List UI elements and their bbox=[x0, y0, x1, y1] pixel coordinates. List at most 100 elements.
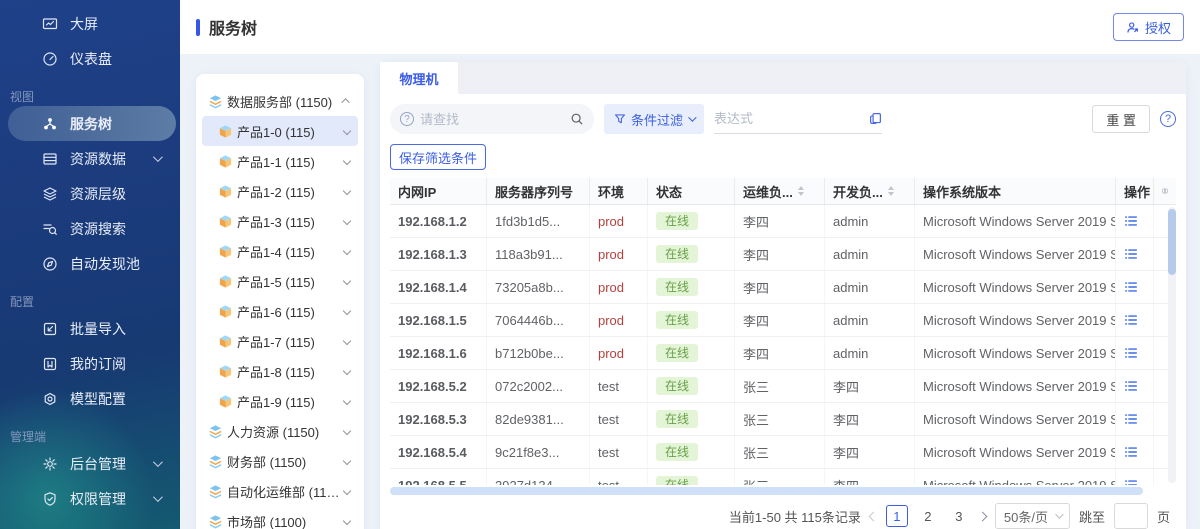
chevron-icon[interactable] bbox=[343, 337, 351, 345]
sidebar-item-bigscreen[interactable]: 大屏 bbox=[0, 6, 180, 41]
detail-list-icon[interactable] bbox=[1124, 313, 1138, 327]
reset-button[interactable]: 重 置 bbox=[1092, 105, 1150, 133]
chevron-icon[interactable] bbox=[343, 517, 351, 525]
col-header-ops-owner[interactable]: 运维负... bbox=[735, 178, 825, 204]
page-size-select[interactable]: 50条/页 bbox=[995, 503, 1070, 529]
detail-list-icon[interactable] bbox=[1124, 379, 1138, 393]
tab-physical-machine[interactable]: 物理机 bbox=[380, 62, 458, 94]
detail-list-icon[interactable] bbox=[1124, 247, 1138, 261]
expression-input[interactable] bbox=[714, 111, 863, 126]
search-box[interactable]: ? bbox=[390, 104, 594, 134]
tree-node[interactable]: 产品1-1 (115) bbox=[202, 146, 358, 176]
chevron-icon[interactable] bbox=[343, 247, 351, 255]
tree-node[interactable]: 产品1-3 (115) bbox=[202, 206, 358, 236]
chevron-icon[interactable] bbox=[343, 427, 351, 435]
page-number-2[interactable]: 2 bbox=[917, 505, 939, 527]
save-filter-button[interactable]: 保存筛选条件 bbox=[390, 144, 486, 170]
tree-node[interactable]: 产品1-0 (115) bbox=[202, 116, 358, 146]
detail-list-icon[interactable] bbox=[1124, 478, 1138, 485]
tree-node[interactable]: 产品1-8 (115) bbox=[202, 356, 358, 386]
sidebar-item-model-config[interactable]: 模型配置 bbox=[0, 381, 180, 416]
chevron-down-icon bbox=[1055, 510, 1063, 518]
table-row[interactable]: 192.168.1.6 b712b0be... prod 在线 李四 admin… bbox=[390, 337, 1176, 370]
scrollbar-thumb[interactable] bbox=[1168, 209, 1176, 275]
column-settings-icon[interactable] bbox=[1154, 178, 1176, 204]
chevron-icon[interactable] bbox=[343, 217, 351, 225]
table-row[interactable]: 192.168.1.4 73205a8b... prod 在线 李四 admin… bbox=[390, 271, 1176, 304]
detail-list-icon[interactable] bbox=[1124, 280, 1138, 294]
chevron-icon[interactable] bbox=[343, 457, 351, 465]
table-row[interactable]: 192.168.5.3 82de9381... test 在线 张三 李四 Mi… bbox=[390, 403, 1176, 436]
table-row[interactable]: 192.168.5.5 3927d134... test 在线 张三 李四 Mi… bbox=[390, 469, 1176, 485]
sidebar-item-resource-hierarchy[interactable]: 资源层级 bbox=[0, 176, 180, 211]
chevron-icon[interactable] bbox=[343, 397, 351, 405]
tree-node[interactable]: 数据服务部 (1150) bbox=[202, 86, 358, 116]
cell-internal-ip: 192.168.1.2 bbox=[390, 205, 487, 237]
detail-list-icon[interactable] bbox=[1124, 445, 1138, 459]
col-header-serial[interactable]: 服务器序列号 bbox=[487, 178, 590, 204]
table-row[interactable]: 192.168.1.3 118a3b91... prod 在线 李四 admin… bbox=[390, 238, 1176, 271]
sidebar-item-service-tree[interactable]: 服务树 bbox=[8, 106, 176, 141]
chevron-icon[interactable] bbox=[343, 187, 351, 195]
sidebar-item-resource-data[interactable]: 资源数据 bbox=[0, 141, 180, 176]
detail-list-icon[interactable] bbox=[1124, 214, 1138, 228]
cell-actions bbox=[1116, 238, 1154, 270]
chevron-icon[interactable] bbox=[343, 487, 351, 495]
sort-icon[interactable] bbox=[798, 186, 804, 196]
detail-list-icon[interactable] bbox=[1124, 346, 1138, 360]
jump-page-input[interactable] bbox=[1114, 503, 1148, 529]
tree-node[interactable]: 财务部 (1150) bbox=[202, 446, 358, 476]
page-number-1[interactable]: 1 bbox=[886, 505, 908, 527]
col-header-status[interactable]: 状态 bbox=[648, 178, 735, 204]
table-row[interactable]: 192.168.1.2 1fd3b1d5... prod 在线 李四 admin… bbox=[390, 205, 1176, 238]
chevron-icon[interactable] bbox=[343, 277, 351, 285]
sidebar-item-resource-search[interactable]: 资源搜索 bbox=[0, 211, 180, 246]
copy-icon[interactable] bbox=[869, 112, 882, 125]
tree-node[interactable]: 人力资源 (1150) bbox=[202, 416, 358, 446]
chevron-icon[interactable] bbox=[343, 127, 351, 135]
horizontal-scrollbar[interactable] bbox=[390, 487, 1158, 495]
tree-node[interactable]: 产品1-7 (115) bbox=[202, 326, 358, 356]
col-header-env[interactable]: 环境 bbox=[590, 178, 648, 204]
chevron-icon[interactable] bbox=[343, 157, 351, 165]
chevron-icon[interactable] bbox=[343, 367, 351, 375]
product-icon bbox=[218, 274, 233, 289]
col-header-internal-ip[interactable]: 内网IP bbox=[390, 178, 487, 204]
tree-node[interactable]: 产品1-2 (115) bbox=[202, 176, 358, 206]
tree-node[interactable]: 自动化运维部 (1150) bbox=[202, 476, 358, 506]
cell-internal-ip: 192.168.1.4 bbox=[390, 271, 487, 303]
prev-page-icon[interactable] bbox=[868, 511, 878, 521]
page-number-3[interactable]: 3 bbox=[948, 505, 970, 527]
tree-node[interactable]: 产品1-4 (115) bbox=[202, 236, 358, 266]
tree-node[interactable]: 产品1-9 (115) bbox=[202, 386, 358, 416]
table-row[interactable]: 192.168.5.2 072c2002... test 在线 张三 李四 Mi… bbox=[390, 370, 1176, 403]
sidebar-item-permission-admin[interactable]: 权限管理 bbox=[0, 481, 180, 516]
detail-list-icon[interactable] bbox=[1124, 412, 1138, 426]
sidebar-item-dashboard[interactable]: 仪表盘 bbox=[0, 41, 180, 76]
sidebar-item-my-subscriptions[interactable]: 我的订阅 bbox=[0, 346, 180, 381]
search-input[interactable] bbox=[420, 112, 564, 127]
authorize-button[interactable]: 授权 bbox=[1113, 13, 1184, 41]
table-row[interactable]: 192.168.5.4 9c21f8e3... test 在线 张三 李四 Mi… bbox=[390, 436, 1176, 469]
condition-filter-dropdown[interactable]: 条件过滤 bbox=[604, 104, 704, 134]
tree-node[interactable]: 产品1-6 (115) bbox=[202, 296, 358, 326]
chevron-icon[interactable] bbox=[343, 307, 351, 315]
col-header-dev-owner[interactable]: 开发负... bbox=[825, 178, 915, 204]
cell-env: test bbox=[590, 370, 648, 402]
tree-node[interactable]: 市场部 (1100) bbox=[202, 506, 358, 529]
page-title: 服务树 bbox=[209, 15, 257, 39]
sort-icon[interactable] bbox=[888, 186, 894, 196]
help-circle-icon[interactable]: ? bbox=[1160, 111, 1176, 127]
scrollbar-thumb[interactable] bbox=[390, 487, 1143, 495]
search-icon[interactable] bbox=[570, 112, 584, 126]
cell-ops-owner: 李四 bbox=[735, 304, 825, 336]
sidebar-item-batch-import[interactable]: 批量导入 bbox=[0, 311, 180, 346]
vertical-scrollbar[interactable] bbox=[1168, 207, 1176, 483]
table-row[interactable]: 192.168.1.5 7064446b... prod 在线 李四 admin… bbox=[390, 304, 1176, 337]
sidebar-item-backend-admin[interactable]: 后台管理 bbox=[0, 446, 180, 481]
tree-node[interactable]: 产品1-5 (115) bbox=[202, 266, 358, 296]
next-page-icon[interactable] bbox=[977, 511, 987, 521]
sidebar-item-auto-discovery[interactable]: 自动发现池 bbox=[0, 246, 180, 281]
chevron-icon[interactable] bbox=[341, 98, 349, 106]
col-header-os[interactable]: 操作系统版本 bbox=[915, 178, 1116, 204]
